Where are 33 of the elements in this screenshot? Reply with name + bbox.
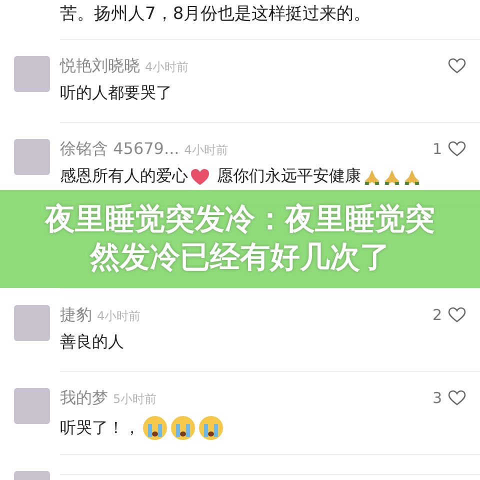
heart-icon [190, 168, 210, 186]
comment-time: 4小时前 [145, 59, 189, 76]
comment-text: 善良的人 [60, 332, 124, 353]
praying-hands-icon [363, 168, 382, 186]
comment-text: 听哭了！， [60, 418, 140, 438]
heart-icon[interactable] [448, 141, 466, 157]
heart-icon[interactable] [448, 58, 466, 74]
avatar-placeholder [14, 305, 50, 341]
like-count: 1 [432, 140, 442, 158]
praying-hands-icon [383, 168, 402, 186]
avatar-placeholder [14, 139, 50, 175]
crying-face-icon [198, 415, 224, 441]
banner-title: 夜里睡觉突发冷：夜里睡觉突然发冷已经有好几次了 [44, 201, 436, 277]
heart-icon[interactable] [448, 390, 466, 406]
crying-face-icon [142, 415, 168, 441]
comment-text: 愿你们永远平安健康 [216, 166, 362, 187]
comment-time: 4小时前 [97, 308, 141, 325]
user-name[interactable]: 我的梦 [60, 388, 108, 409]
avatar-placeholder [14, 56, 50, 92]
user-name[interactable]: 捷豹 [60, 305, 92, 326]
like-count: 2 [432, 306, 442, 324]
comment-time: 5小时前 [113, 391, 157, 408]
user-name[interactable]: 悦艳刘晓晓 [60, 56, 140, 77]
like-count: 3 [432, 389, 442, 407]
heart-icon[interactable] [448, 307, 466, 323]
comment-text: 苦。扬州人7，8月份也是这样挺过来的。 [60, 3, 371, 25]
comment-text: 感恩所有人的爱心 [60, 166, 188, 187]
user-name[interactable]: 徐铭含 45679... [60, 139, 180, 160]
comment-time: 4小时前 [184, 142, 228, 159]
praying-hands-icon [403, 168, 422, 186]
crying-face-icon [170, 415, 196, 441]
comment-text: 听的人都要哭了 [60, 83, 172, 104]
avatar-placeholder [14, 388, 50, 424]
